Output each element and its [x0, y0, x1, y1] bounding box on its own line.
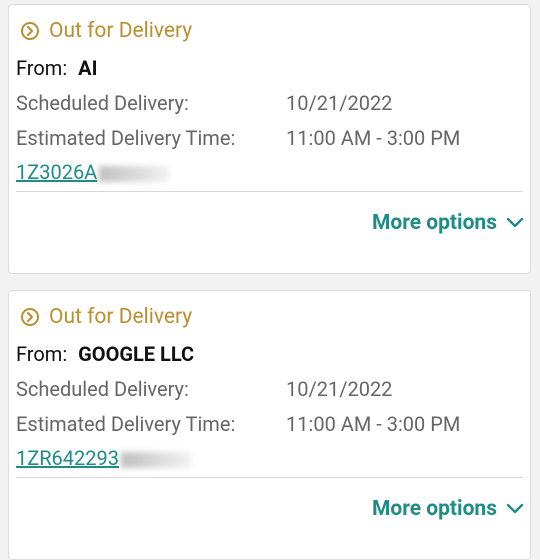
- tracking-number: 1ZR642293: [16, 446, 119, 470]
- scheduled-delivery-label: Scheduled Delivery:: [16, 377, 189, 401]
- divider: [16, 191, 523, 192]
- from-row: From: AI: [16, 56, 97, 80]
- delivery-card: Out for Delivery From: GOOGLE LLC Schedu…: [8, 290, 531, 560]
- chevron-right-circle-icon: [21, 22, 39, 40]
- tracking-number-link[interactable]: 1ZR642293: [16, 446, 191, 470]
- estimated-time-value: 11:00 AM - 3:00 PM: [286, 412, 461, 436]
- sender-name: GOOGLE LLC: [78, 342, 195, 366]
- estimated-time-value: 11:00 AM - 3:00 PM: [286, 126, 461, 150]
- tracking-redaction: [99, 165, 170, 182]
- divider: [16, 477, 523, 478]
- chevron-right-circle-icon: [21, 308, 39, 326]
- delivery-status: Out for Delivery: [49, 305, 193, 329]
- status-row: Out for Delivery: [21, 19, 192, 43]
- from-row: From: GOOGLE LLC: [16, 342, 194, 366]
- from-label: From:: [16, 56, 68, 80]
- chevron-down-icon: [506, 503, 524, 514]
- tracking-number-link[interactable]: 1Z3026A: [16, 160, 170, 184]
- more-options-label: More options: [371, 211, 497, 235]
- scheduled-delivery-row: Scheduled Delivery: 10/21/2022: [16, 91, 392, 115]
- estimated-time-label: Estimated Delivery Time:: [16, 126, 236, 150]
- more-options-button[interactable]: More options: [372, 497, 525, 521]
- status-row: Out for Delivery: [21, 305, 192, 329]
- chevron-down-icon: [506, 217, 524, 228]
- tracking-redaction: [121, 451, 191, 468]
- scheduled-delivery-value: 10/21/2022: [286, 377, 393, 401]
- sender-name: AI: [78, 56, 98, 80]
- from-label: From:: [16, 342, 68, 366]
- estimated-time-row: Estimated Delivery Time: 11:00 AM - 3:00…: [16, 412, 460, 436]
- scheduled-delivery-row: Scheduled Delivery: 10/21/2022: [16, 377, 392, 401]
- delivery-status: Out for Delivery: [49, 19, 193, 43]
- more-options-label: More options: [371, 497, 497, 521]
- tracking-number: 1Z3026A: [16, 160, 98, 184]
- estimated-time-label: Estimated Delivery Time:: [16, 412, 236, 436]
- scheduled-delivery-label: Scheduled Delivery:: [16, 91, 189, 115]
- delivery-card: Out for Delivery From: AI Scheduled Deli…: [8, 4, 531, 274]
- scheduled-delivery-value: 10/21/2022: [286, 91, 393, 115]
- estimated-time-row: Estimated Delivery Time: 11:00 AM - 3:00…: [16, 126, 460, 150]
- more-options-button[interactable]: More options: [372, 211, 525, 235]
